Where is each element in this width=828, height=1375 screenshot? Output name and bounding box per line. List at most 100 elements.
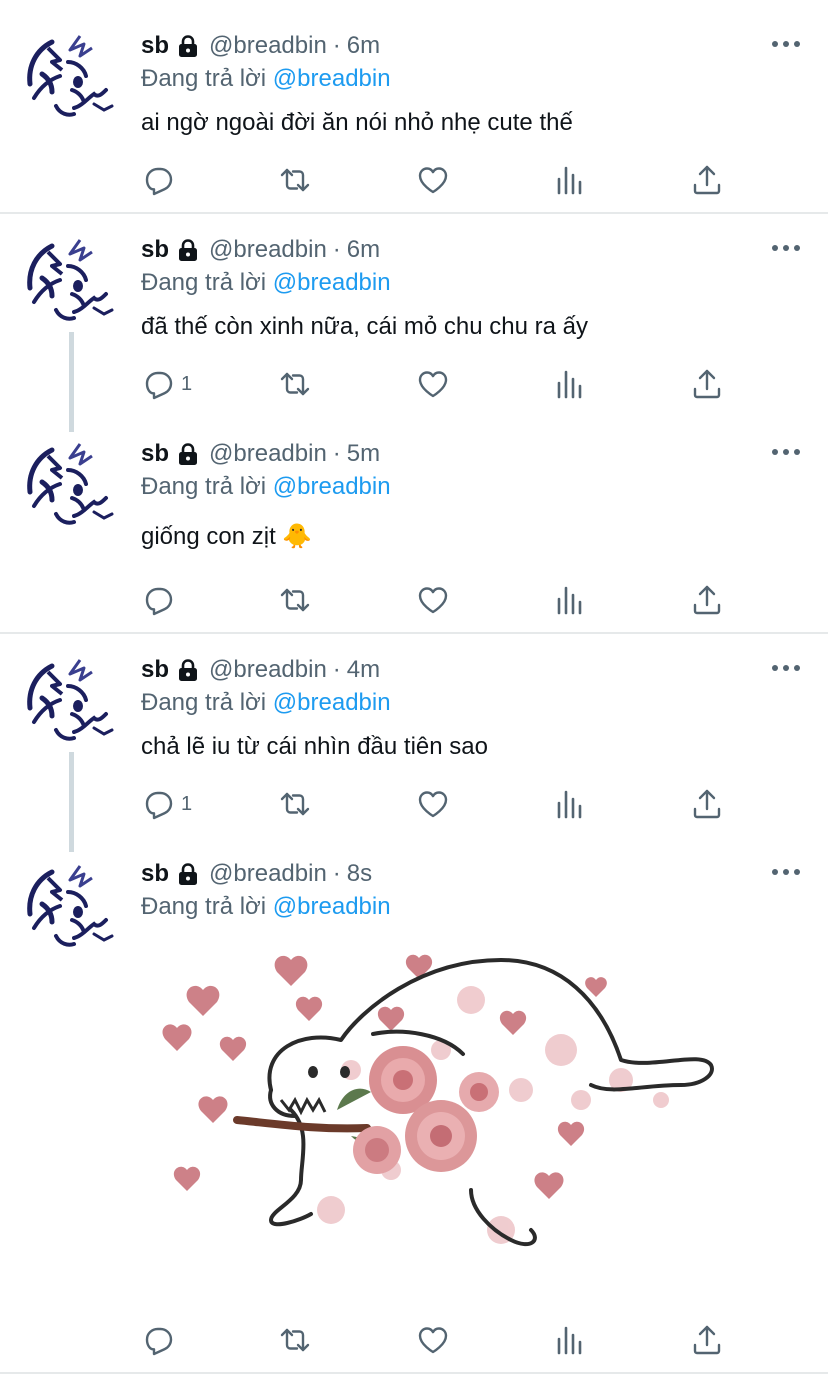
avatar[interactable]	[20, 648, 124, 752]
lock-icon	[177, 34, 199, 58]
handle[interactable]: @breadbin	[209, 858, 327, 890]
display-name[interactable]: sb	[141, 438, 169, 470]
reply-icon	[145, 791, 173, 820]
reply-prefix: Đang trả lời	[141, 269, 267, 296]
retweet-icon	[280, 168, 310, 192]
tweet-header: sb @breadbin · 5m	[141, 438, 380, 470]
heart-icon	[418, 371, 448, 398]
reply-mention[interactable]: @breadbin	[273, 269, 391, 296]
more-icon[interactable]	[772, 39, 800, 49]
reply-mention[interactable]: @breadbin	[273, 473, 391, 500]
reply-icon	[145, 167, 173, 196]
action-bar: 1	[141, 364, 741, 404]
timestamp[interactable]: 6m	[347, 234, 380, 266]
reply-prefix: Đang trả lời	[141, 689, 267, 716]
reply-button[interactable]: 1	[141, 784, 192, 824]
avatar[interactable]	[20, 24, 124, 128]
tweet[interactable]: sb @breadbin · 4m Đang trả lời @breadbin…	[0, 634, 828, 840]
separator: ·	[332, 32, 341, 59]
retweet-icon	[280, 792, 310, 816]
tweet-text: giống con zịt 🐥	[141, 523, 313, 550]
timestamp[interactable]: 5m	[347, 438, 380, 470]
handle[interactable]: @breadbin	[209, 234, 327, 266]
reply-context: Đang trả lời @breadbin	[141, 891, 391, 923]
retweet-button[interactable]	[278, 784, 312, 824]
display-name[interactable]: sb	[141, 30, 169, 62]
tweet-header: sb @breadbin · 4m	[141, 654, 380, 686]
analytics-button[interactable]	[553, 364, 587, 404]
reply-context: Đang trả lời @breadbin	[141, 687, 391, 719]
analytics-button[interactable]	[553, 160, 587, 200]
like-button[interactable]	[416, 364, 450, 404]
reply-prefix: Đang trả lời	[141, 473, 267, 500]
avatar[interactable]	[20, 432, 124, 536]
share-button[interactable]	[690, 580, 724, 620]
reply-button[interactable]	[141, 1320, 181, 1360]
heart-icon	[418, 791, 448, 818]
display-name[interactable]: sb	[141, 858, 169, 890]
share-icon	[693, 165, 721, 195]
reply-prefix: Đang trả lời	[141, 65, 267, 92]
reply-context: Đang trả lời @breadbin	[141, 471, 391, 503]
reply-mention[interactable]: @breadbin	[273, 689, 391, 716]
avatar[interactable]	[20, 854, 124, 958]
share-button[interactable]	[690, 364, 724, 404]
tweet-header: sb @breadbin · 8s	[141, 858, 372, 890]
retweet-button[interactable]	[278, 580, 312, 620]
tweet-text: ai ngờ ngoài đời ăn nói nhỏ nhẹ cute thế	[141, 109, 573, 136]
like-button[interactable]	[416, 1320, 450, 1360]
reply-icon	[145, 587, 173, 616]
share-button[interactable]	[690, 160, 724, 200]
handle[interactable]: @breadbin	[209, 30, 327, 62]
handle[interactable]: @breadbin	[209, 654, 327, 686]
retweet-button[interactable]	[278, 364, 312, 404]
reply-button[interactable]	[141, 160, 181, 200]
analytics-button[interactable]	[553, 1320, 587, 1360]
reply-mention[interactable]: @breadbin	[273, 893, 391, 920]
analytics-button[interactable]	[553, 784, 587, 824]
heart-icon	[418, 1327, 448, 1354]
separator: ·	[332, 860, 341, 887]
lock-icon	[177, 658, 199, 682]
share-icon	[693, 789, 721, 819]
reply-button[interactable]	[141, 580, 181, 620]
reply-count: 1	[181, 372, 193, 395]
like-button[interactable]	[416, 580, 450, 620]
share-button[interactable]	[690, 784, 724, 824]
tweet-media-image[interactable]	[141, 940, 753, 1300]
avatar[interactable]	[20, 228, 124, 332]
share-button[interactable]	[690, 1320, 724, 1360]
lock-icon	[177, 862, 199, 886]
display-name[interactable]: sb	[141, 654, 169, 686]
more-icon[interactable]	[772, 243, 800, 253]
like-button[interactable]	[416, 784, 450, 824]
timestamp[interactable]: 6m	[347, 30, 380, 62]
tweet[interactable]: sb @breadbin · 6m Đang trả lời @breadbin…	[0, 0, 828, 212]
analytics-button[interactable]	[553, 580, 587, 620]
reply-button[interactable]: 1	[141, 364, 192, 404]
tweet-text: chả lẽ iu từ cái nhìn đầu tiên sao	[141, 733, 488, 760]
reply-prefix: Đang trả lời	[141, 893, 267, 920]
share-icon	[693, 585, 721, 615]
retweet-button[interactable]	[278, 1320, 312, 1360]
timestamp[interactable]: 4m	[347, 654, 380, 686]
handle[interactable]: @breadbin	[209, 438, 327, 470]
divider	[0, 1372, 828, 1374]
timestamp[interactable]: 8s	[347, 858, 372, 890]
reply-context: Đang trả lời @breadbin	[141, 63, 391, 95]
retweet-button[interactable]	[278, 160, 312, 200]
tweet[interactable]: sb @breadbin · 5m Đang trả lời @breadbin…	[0, 420, 828, 632]
more-icon[interactable]	[772, 867, 800, 877]
more-icon[interactable]	[772, 663, 800, 673]
more-icon[interactable]	[772, 447, 800, 457]
like-button[interactable]	[416, 160, 450, 200]
display-name[interactable]: sb	[141, 234, 169, 266]
separator: ·	[332, 236, 341, 263]
share-icon	[693, 1325, 721, 1355]
action-bar	[141, 580, 741, 620]
tweet[interactable]: sb @breadbin · 6m Đang trả lời @breadbin…	[0, 214, 828, 420]
share-icon	[693, 369, 721, 399]
tweet-text: đã thế còn xinh nữa, cái mỏ chu chu ra ấ…	[141, 313, 588, 340]
reply-mention[interactable]: @breadbin	[273, 65, 391, 92]
separator: ·	[332, 440, 341, 467]
